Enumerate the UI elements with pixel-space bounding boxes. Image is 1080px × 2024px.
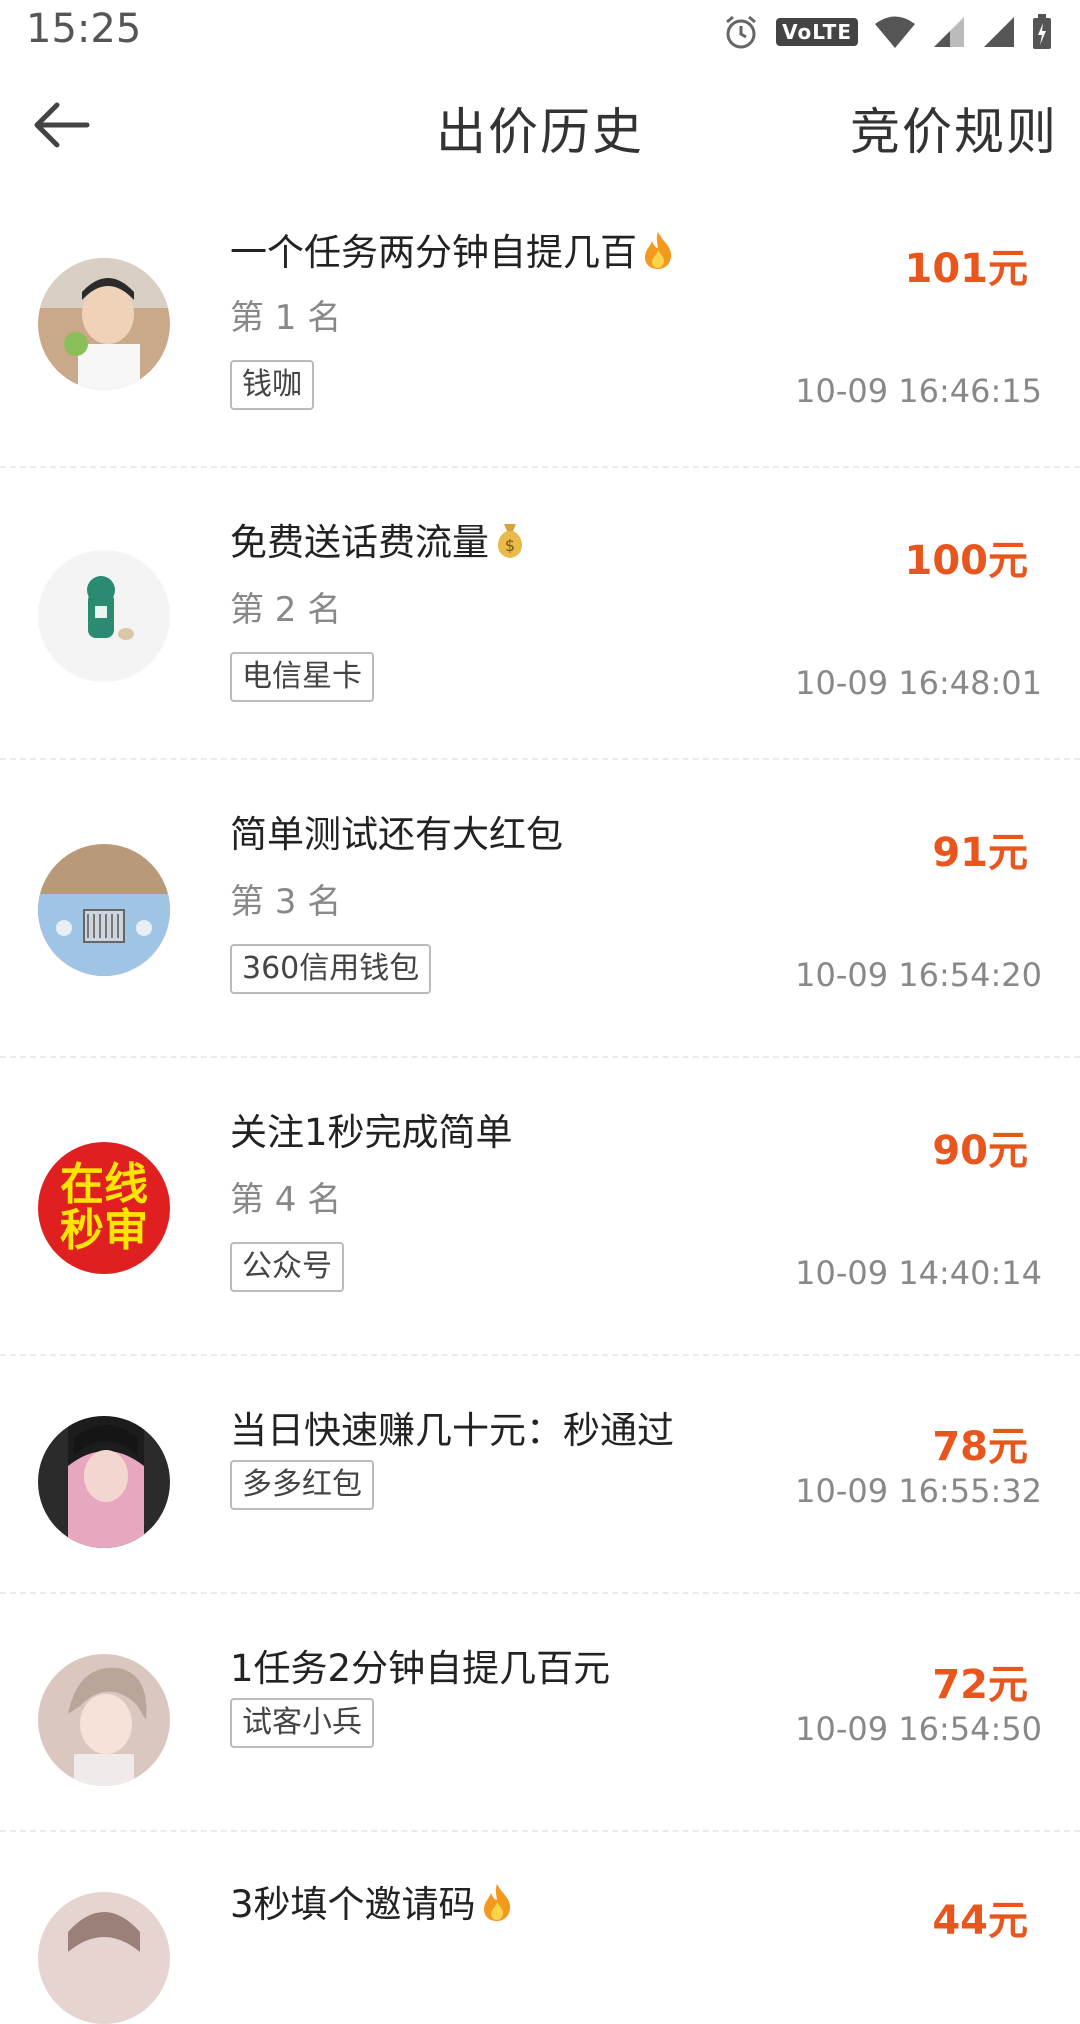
bid-title: 当日快速赚几十元：秒通过 [230,1409,674,1452]
money-bag-icon: $ [493,520,527,569]
bid-tag: 公众号 [230,1242,344,1292]
fire-icon [641,230,675,279]
avatar [38,1654,170,1786]
avatar [38,550,170,682]
header-bar: 出价历史 竞价规则 [0,70,1080,175]
bid-time: 10-09 16:54:50 [795,1710,1042,1748]
bid-title: 关注1秒完成简单 [230,1111,513,1154]
bid-rank: 第 1 名 [230,298,342,338]
list-item[interactable]: 一个任务两分钟自提几百 第 1 名 钱咖 101元 10-09 16:46:15 [0,180,1080,468]
bid-price: 78元 [932,1424,1028,1470]
list-item[interactable]: 1任务2分钟自提几百元 试客小兵 72元 10-09 16:54:50 [0,1594,1080,1832]
bid-price: 44元 [932,1898,1028,1944]
status-bar: 15:25 VoLTE [0,0,1080,64]
bid-tag: 电信星卡 [230,652,374,702]
bid-history-list: 一个任务两分钟自提几百 第 1 名 钱咖 101元 10-09 16:46:15… [0,180,1080,2024]
wifi-icon [875,16,915,48]
bid-time: 10-09 16:54:20 [795,956,1042,994]
bid-title: 1任务2分钟自提几百元 [230,1647,611,1690]
bid-tag: 多多红包 [230,1460,374,1510]
bid-tag: 钱咖 [230,360,314,410]
bid-price: 72元 [932,1662,1028,1708]
svg-text:$: $ [505,536,515,555]
avatar [38,1892,170,2024]
avatar [38,258,170,390]
bid-rank: 第 4 名 [230,1180,342,1220]
bid-price: 90元 [932,1128,1028,1174]
signal-icon-2 [984,17,1014,47]
list-item[interactable]: 在线秒审 关注1秒完成简单 第 4 名 公众号 90元 10-09 14:40:… [0,1058,1080,1356]
bid-title: 3秒填个邀请码 [230,1874,514,1931]
bid-price: 101元 [904,246,1029,292]
bid-rank: 第 2 名 [230,590,342,630]
bid-time: 10-09 16:48:01 [795,664,1042,702]
list-item[interactable]: 免费送话费流量 $ 第 2 名 电信星卡 100元 10-09 16:48:01 [0,468,1080,760]
bid-rank: 第 3 名 [230,882,342,922]
signal-icon-1 [934,17,964,47]
bid-tag: 360信用钱包 [230,944,432,994]
bid-title: 一个任务两分钟自提几百 [230,222,675,279]
bid-time: 10-09 16:55:32 [795,1472,1042,1510]
list-item[interactable]: 3秒填个邀请码 44元 [0,1832,1080,2024]
bid-title: 简单测试还有大红包 [230,813,563,856]
status-icons: VoLTE [722,10,1052,54]
avatar: 在线秒审 [38,1142,170,1274]
volte-badge: VoLTE [776,18,858,46]
bidding-rules-link[interactable]: 竞价规则 [850,92,1058,164]
avatar [38,1416,170,1548]
avatar-text: 在线秒审 [60,1159,148,1256]
bid-price: 91元 [932,830,1028,876]
bid-tag: 试客小兵 [230,1698,374,1748]
battery-icon [1033,14,1051,49]
bid-title: 免费送话费流量 $ [230,512,527,569]
status-time: 15:25 [26,6,142,52]
list-item[interactable]: 当日快速赚几十元：秒通过 多多红包 78元 10-09 16:55:32 [0,1356,1080,1594]
list-item[interactable]: 简单测试还有大红包 第 3 名 360信用钱包 91元 10-09 16:54:… [0,760,1080,1058]
fire-icon [480,1882,514,1931]
avatar [38,844,170,976]
alarm-icon [726,15,757,49]
bid-time: 10-09 14:40:14 [795,1254,1042,1292]
bid-time: 10-09 16:46:15 [795,372,1042,410]
bid-price: 100元 [904,538,1029,584]
